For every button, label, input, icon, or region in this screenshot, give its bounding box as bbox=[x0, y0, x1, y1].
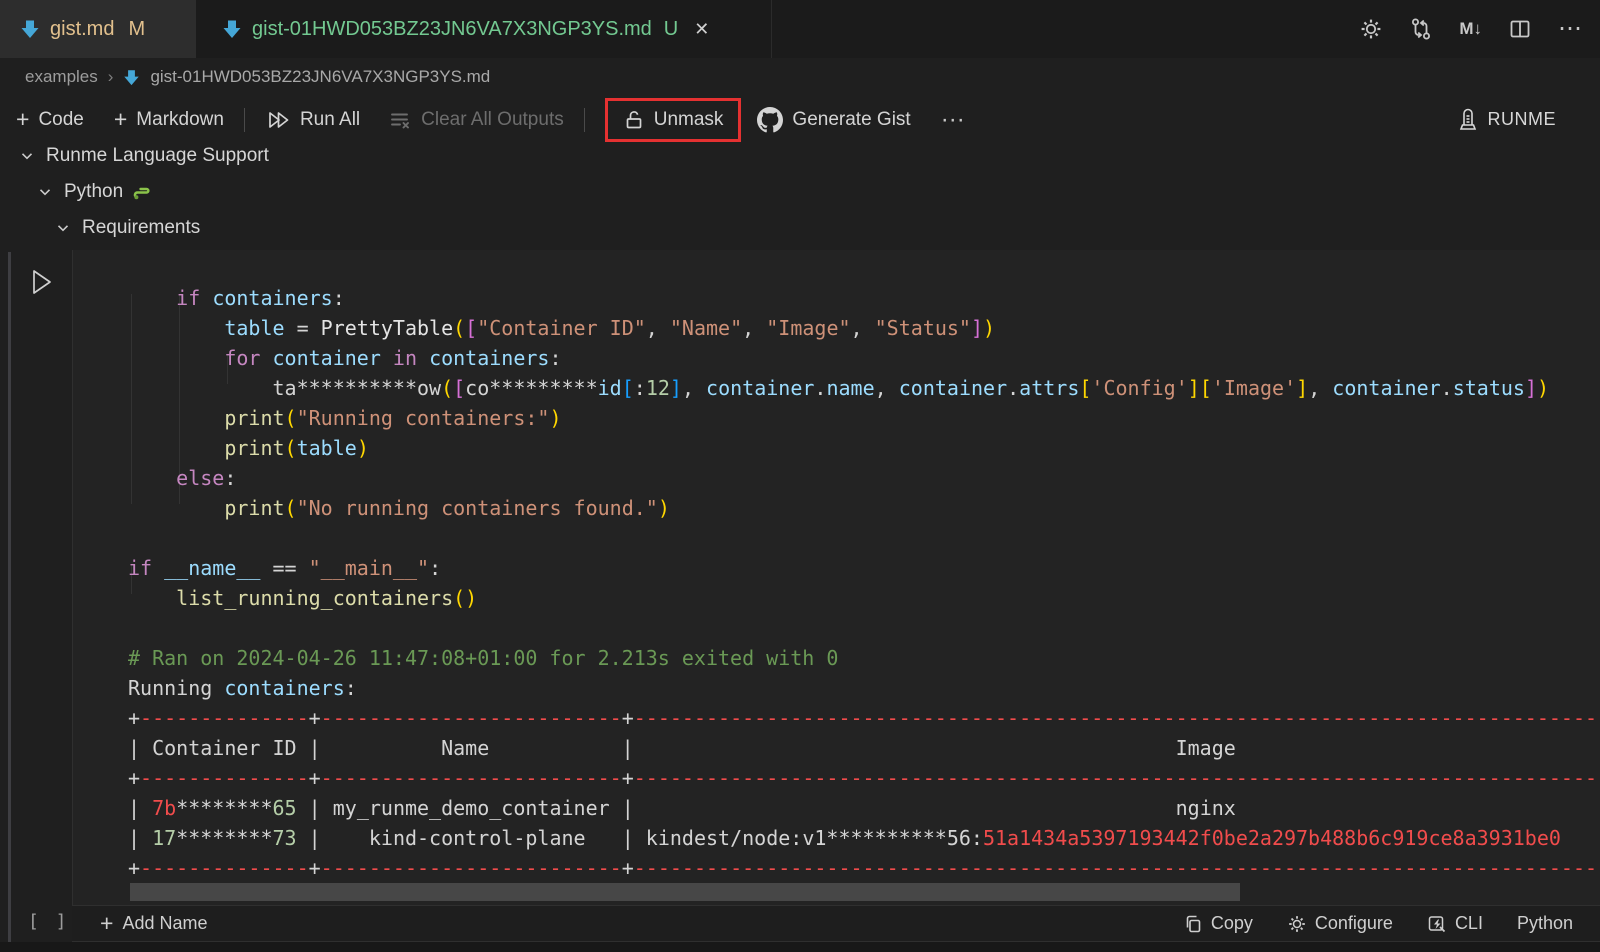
chevron-down-icon bbox=[54, 219, 72, 237]
more-actions-icon[interactable]: ⋯ bbox=[1558, 17, 1582, 41]
chevron-down-icon bbox=[36, 183, 54, 201]
plus-icon: + bbox=[114, 108, 127, 131]
chevron-down-icon bbox=[18, 147, 36, 165]
runme-file-icon bbox=[123, 69, 140, 86]
add-markdown-label: Markdown bbox=[136, 109, 224, 131]
runme-file-icon bbox=[222, 19, 242, 39]
cli-icon bbox=[1427, 914, 1447, 934]
unmask-label: Unmask bbox=[654, 109, 724, 131]
outline-python[interactable]: Python bbox=[36, 181, 153, 203]
configure-button[interactable]: Configure bbox=[1287, 913, 1393, 934]
clear-all-outputs-label: Clear All Outputs bbox=[421, 109, 564, 131]
runme-brand: RUNME bbox=[1457, 108, 1557, 132]
outline-label: Requirements bbox=[82, 217, 200, 239]
outline-label: Python bbox=[64, 181, 123, 203]
split-editor-icon[interactable] bbox=[1508, 17, 1532, 41]
tab-label: gist-01HWD053BZ23JN6VA7X3NGP3YS.md bbox=[252, 18, 652, 41]
run-all-button[interactable]: Run All bbox=[265, 107, 360, 133]
snake-emoji-icon bbox=[133, 183, 153, 201]
add-name-button[interactable]: + Add Name bbox=[100, 912, 207, 935]
runme-logo-icon bbox=[1457, 108, 1479, 132]
add-name-label: Add Name bbox=[122, 913, 207, 934]
generate-gist-label: Generate Gist bbox=[792, 109, 910, 131]
tab-gist-md[interactable]: gist.md M bbox=[0, 0, 196, 58]
toolbar-divider bbox=[584, 108, 585, 132]
add-code-label: Code bbox=[38, 109, 83, 131]
unlock-icon bbox=[623, 109, 645, 131]
runme-file-icon bbox=[20, 19, 40, 39]
copy-button[interactable]: Copy bbox=[1183, 913, 1253, 934]
breadcrumb-folder[interactable]: examples bbox=[25, 67, 98, 87]
plus-icon: + bbox=[16, 108, 29, 131]
editor-tab-bar: gist.md M gist-01HWD053BZ23JN6VA7X3NGP3Y… bbox=[0, 0, 1600, 58]
horizontal-scrollbar[interactable] bbox=[130, 883, 1240, 901]
chevron-right-icon: › bbox=[108, 67, 114, 87]
github-icon bbox=[757, 107, 783, 133]
toolbar-divider bbox=[244, 108, 245, 132]
modified-badge: M bbox=[128, 18, 145, 41]
vscode-window: gist.md M gist-01HWD053BZ23JN6VA7X3NGP3Y… bbox=[0, 0, 1600, 952]
untracked-badge: U bbox=[664, 18, 678, 41]
clear-all-outputs-button[interactable]: Clear All Outputs bbox=[388, 108, 564, 132]
notebook-toolbar: + Code + Markdown Run All Clear All Outp bbox=[0, 96, 1600, 143]
cell-focus-bar bbox=[8, 252, 11, 942]
outline-requirements[interactable]: Requirements bbox=[54, 217, 200, 239]
breadcrumb-file[interactable]: gist-01HWD053BZ23JN6VA7X3NGP3YS.md bbox=[150, 67, 490, 87]
unmask-button[interactable]: Unmask bbox=[623, 109, 724, 131]
runme-label: RUNME bbox=[1488, 109, 1557, 130]
window-bottom-edge bbox=[0, 942, 1600, 952]
close-tab-icon[interactable]: ✕ bbox=[694, 19, 709, 40]
configure-label: Configure bbox=[1315, 913, 1393, 934]
plus-icon: + bbox=[100, 912, 113, 935]
add-code-cell-button[interactable]: + Code bbox=[16, 108, 84, 131]
tab-label: gist.md bbox=[50, 18, 114, 41]
cell-collapse-indicator: [ ] bbox=[28, 911, 70, 932]
run-all-label: Run All bbox=[300, 109, 360, 131]
outline-runme-language-support[interactable]: Runme Language Support bbox=[18, 145, 269, 167]
copy-icon bbox=[1183, 914, 1203, 934]
code-cell-content[interactable]: if containers: table = PrettyTable(["Con… bbox=[128, 283, 1600, 895]
run-cell-icon[interactable] bbox=[30, 268, 54, 296]
run-all-icon bbox=[265, 107, 291, 133]
tab-gist-notebook[interactable]: gist-01HWD053BZ23JN6VA7X3NGP3YS.md U ✕ bbox=[196, 0, 772, 58]
language-indicator[interactable]: Python bbox=[1517, 913, 1573, 934]
language-label: Python bbox=[1517, 913, 1573, 934]
generate-gist-button[interactable]: Generate Gist bbox=[757, 107, 910, 133]
toolbar-more-icon[interactable]: ··· bbox=[941, 108, 965, 132]
cli-button[interactable]: CLI bbox=[1427, 913, 1483, 934]
cell-status-actions: Copy Configure bbox=[1161, 913, 1573, 934]
clear-outputs-icon bbox=[388, 108, 412, 132]
editor-actions: M↓ ⋯ bbox=[1359, 0, 1582, 58]
annotation-highlight-box: Unmask bbox=[605, 98, 742, 142]
cell-status-bar: + Add Name Copy bbox=[72, 905, 1600, 942]
copy-label: Copy bbox=[1211, 913, 1253, 934]
gear-icon bbox=[1287, 914, 1307, 934]
outline-label: Runme Language Support bbox=[46, 145, 269, 167]
git-compare-icon[interactable] bbox=[1409, 17, 1433, 41]
markdown-preview-icon[interactable]: M↓ bbox=[1459, 19, 1482, 39]
settings-gear-icon[interactable] bbox=[1359, 17, 1383, 41]
breadcrumb: examples › gist-01HWD053BZ23JN6VA7X3NGP3… bbox=[0, 58, 1600, 96]
add-markdown-cell-button[interactable]: + Markdown bbox=[114, 108, 224, 131]
cli-label: CLI bbox=[1455, 913, 1483, 934]
